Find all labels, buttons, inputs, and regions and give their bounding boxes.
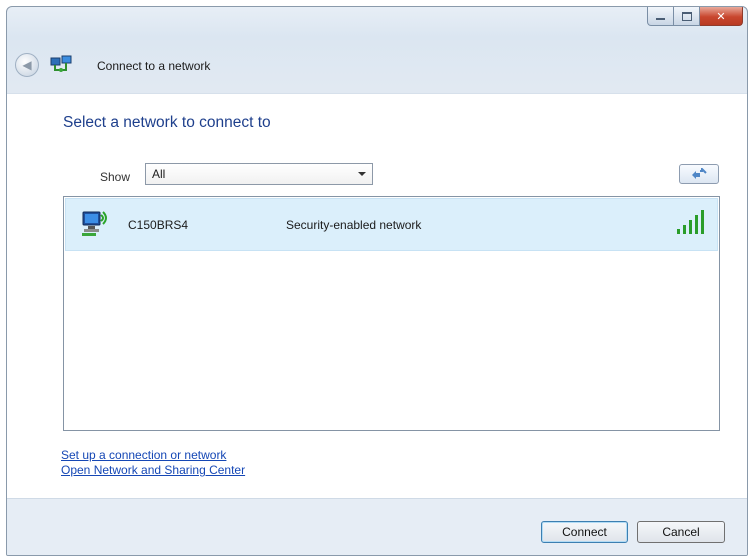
network-list: C150BRS4 Security-enabled network <box>63 196 720 431</box>
network-connect-icon <box>50 55 72 72</box>
cancel-button[interactable]: Cancel <box>637 521 725 543</box>
header-bar: ◀ Connect to a network <box>7 51 747 81</box>
network-item[interactable]: C150BRS4 Security-enabled network <box>65 198 718 251</box>
refresh-button[interactable] <box>679 164 719 184</box>
maximize-button[interactable] <box>674 7 700 26</box>
connect-button[interactable]: Connect <box>541 521 628 543</box>
dropdown-arrow-icon <box>358 172 366 176</box>
network-name: C150BRS4 <box>128 218 189 232</box>
page-heading: Select a network to connect to <box>63 114 271 131</box>
back-arrow-icon: ◀ <box>22 58 32 72</box>
minimize-icon <box>656 18 665 20</box>
show-filter-dropdown[interactable]: All <box>145 163 373 185</box>
minimize-button[interactable] <box>647 7 674 26</box>
caption-buttons: ✕ <box>647 7 743 27</box>
show-label: Show <box>100 170 131 184</box>
window-title: Connect to a network <box>97 59 211 73</box>
setup-connection-link[interactable]: Set up a connection or network <box>61 448 226 462</box>
maximize-icon <box>681 11 692 21</box>
connect-network-window: ✕ ◀ Connect to a network Select a networ… <box>6 6 748 556</box>
refresh-icon <box>692 168 707 179</box>
close-button[interactable]: ✕ <box>700 7 743 26</box>
back-button[interactable]: ◀ <box>15 53 39 77</box>
show-filter-value: All <box>152 167 166 181</box>
network-security: Security-enabled network <box>286 218 422 232</box>
network-sharing-center-link[interactable]: Open Network and Sharing Center <box>61 463 245 477</box>
wireless-computer-icon <box>82 211 107 236</box>
signal-strength-icon <box>677 210 704 234</box>
content-panel: Select a network to connect to Show All <box>7 93 747 499</box>
footer-bar: Connect Cancel <box>7 498 747 555</box>
close-icon: ✕ <box>716 9 726 23</box>
